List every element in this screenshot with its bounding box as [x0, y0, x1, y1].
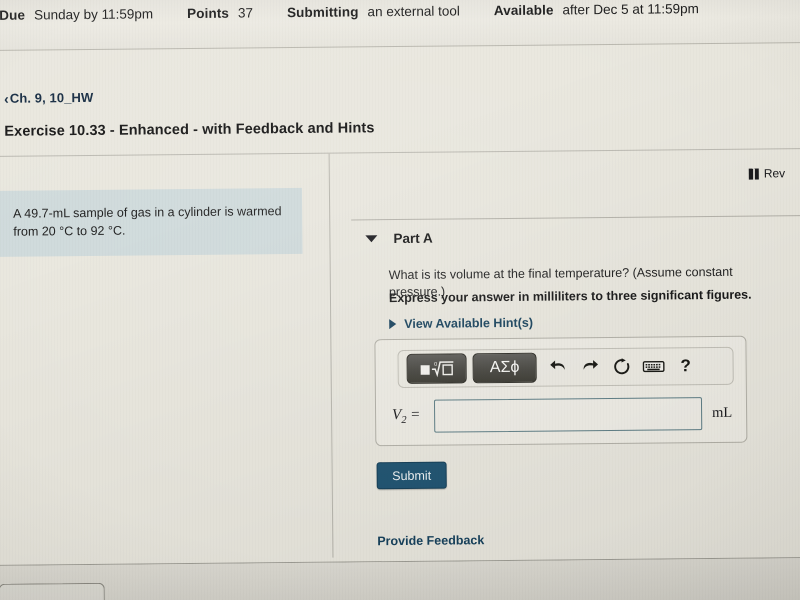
breadcrumb-label: Ch. 9, 10_HW: [9, 89, 94, 106]
book-icon: [748, 168, 759, 180]
bottom-chrome: [0, 558, 800, 600]
answer-input[interactable]: [433, 397, 703, 433]
math-template-button[interactable]: 0: [406, 353, 467, 384]
undo-icon[interactable]: [543, 353, 573, 381]
problem-statement-panel: A 49.7-mL sample of gas in a cylinder is…: [0, 187, 303, 258]
assignment-meta-row: Due Sunday by 11:59pm Points 37 Submitti…: [0, 1, 733, 23]
reset-icon[interactable]: [607, 353, 637, 381]
variable-subscript: 2: [401, 414, 407, 426]
redo-icon[interactable]: [575, 353, 605, 381]
greek-symbols-button[interactable]: ΑΣϕ: [472, 352, 537, 384]
part-a-label: Part A: [393, 230, 433, 247]
variable-label: V2 =: [386, 407, 434, 426]
meta-item-due: Due Sunday by 11:59pm: [0, 6, 153, 22]
help-icon-glyph: ?: [680, 356, 691, 376]
caret-down-icon[interactable]: [365, 235, 378, 243]
view-hints-link[interactable]: View Available Hint(s): [389, 316, 533, 331]
variable-name: V: [392, 406, 402, 424]
content-inner: A 49.7-mL sample of gas in a cylinder is…: [0, 149, 800, 561]
breadcrumb[interactable]: ‹ Ch. 9, 10_HW: [4, 90, 93, 106]
pane-divider: [328, 153, 334, 561]
part-a-top-divider: [351, 215, 800, 221]
part-a-header[interactable]: Part A: [365, 230, 433, 247]
help-icon[interactable]: ?: [671, 352, 701, 380]
assignment-meta-bar: Due Sunday by 11:59pm Points 37 Submitti…: [0, 0, 800, 51]
part-a-panel: Part A What is its volume at the final t…: [351, 215, 800, 548]
page-title: Exercise 10.33 - Enhanced - with Feedbac…: [4, 120, 375, 140]
svg-text:0: 0: [434, 361, 437, 367]
equals-sign: =: [410, 406, 421, 423]
review-marker[interactable]: Rev: [748, 166, 786, 181]
meta-label-available: Available: [493, 2, 554, 19]
unit-label: mL: [712, 404, 733, 422]
meta-value-due: Sunday by 11:59pm: [33, 6, 154, 23]
meta-item-points: Points 37: [187, 5, 253, 21]
view-hints-label: View Available Hint(s): [404, 315, 534, 331]
caret-right-icon: [389, 319, 397, 330]
chevron-left-icon: ‹: [3, 90, 9, 107]
bottom-tab-handle[interactable]: [0, 582, 105, 600]
instruction-text: Express your answer in milliliters to th…: [388, 287, 752, 306]
meta-label-submitting: Submitting: [286, 4, 359, 21]
answer-input-row: V2 = mL: [386, 397, 736, 433]
content-viewport: A 49.7-mL sample of gas in a cylinder is…: [0, 149, 800, 561]
answer-widget: 0 ΑΣϕ ? V2 = mL: [374, 335, 748, 447]
meta-value-submitting: an external tool: [367, 3, 460, 20]
meta-item-submitting: Submitting an external tool: [287, 3, 460, 20]
math-toolbar: 0 ΑΣϕ ?: [397, 346, 734, 389]
review-marker-label: Rev: [763, 166, 786, 181]
meta-item-available: Available after Dec 5 at 11:59pm: [494, 1, 699, 18]
greek-symbols-label: ΑΣϕ: [489, 358, 520, 377]
meta-value-points: 37: [237, 5, 254, 21]
meta-value-available: after Dec 5 at 11:59pm: [562, 1, 699, 18]
meta-label-due: Due: [0, 7, 26, 23]
keyboard-icon[interactable]: [639, 352, 669, 380]
photographed-screen: Due Sunday by 11:59pm Points 37 Submitti…: [0, 0, 800, 600]
provide-feedback-link[interactable]: Provide Feedback: [377, 533, 484, 548]
problem-statement-text: A 49.7-mL sample of gas in a cylinder is…: [13, 204, 282, 239]
browser-viewport: Due Sunday by 11:59pm Points 37 Submitti…: [0, 0, 800, 600]
submit-button[interactable]: Submit: [376, 461, 447, 490]
meta-label-points: Points: [187, 5, 230, 22]
